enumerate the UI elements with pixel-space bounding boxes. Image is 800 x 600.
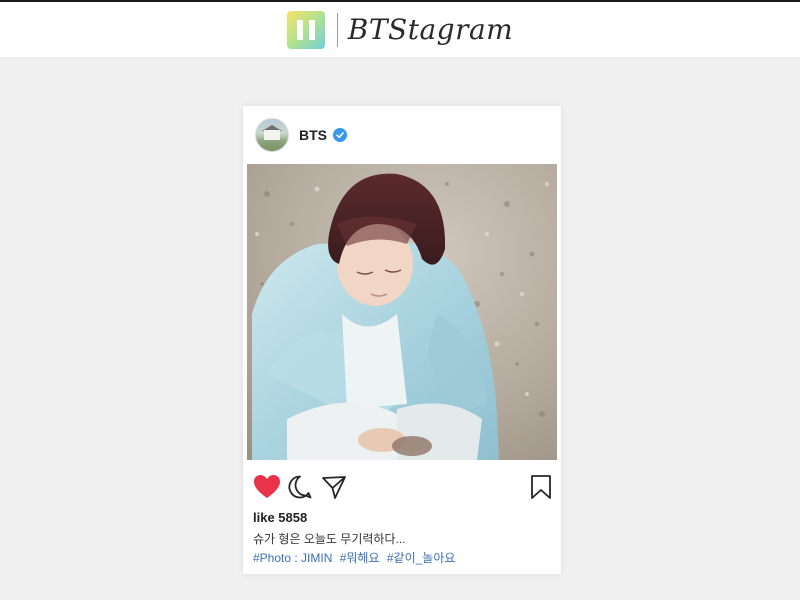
post-header: BTS xyxy=(243,106,561,164)
verified-check-icon xyxy=(333,128,347,142)
hashtag-photo-credit[interactable]: #Photo : JIMIN xyxy=(253,551,332,565)
likes-count[interactable]: like 5858 xyxy=(253,510,307,525)
post-card: BTS like 5858 슈가 형은 오늘도 무기력하다... #Photo … xyxy=(243,106,561,574)
brand-divider xyxy=(336,12,338,47)
post-photo[interactable] xyxy=(247,164,557,460)
post-actions xyxy=(243,468,561,508)
avatar-house xyxy=(264,130,280,140)
avatar[interactable] xyxy=(255,118,289,152)
heart-icon[interactable] xyxy=(253,474,281,505)
hashtag-what-doing[interactable]: #뭐해요 xyxy=(340,551,380,565)
brand-name[interactable]: BTStagram xyxy=(348,13,513,46)
comment-bubble-icon[interactable] xyxy=(287,474,313,505)
paper-plane-icon[interactable] xyxy=(321,474,347,505)
hashtag-play-together[interactable]: #같이_놀아요 xyxy=(387,551,456,565)
logo-left-bar xyxy=(296,19,303,40)
hashtag-list: #Photo : JIMIN #뭐해요 #같이_놀아요 xyxy=(253,549,459,566)
account-name[interactable]: BTS xyxy=(299,127,327,143)
app-header: BTStagram xyxy=(0,2,800,57)
bookmark-icon[interactable] xyxy=(529,474,553,505)
logo-right-bar xyxy=(308,19,315,40)
post-caption: 슈가 형은 오늘도 무기력하다... xyxy=(253,532,406,546)
app-page: BTStagram BTS like 5858 슈가 형은 오늘도 무기력하다.… xyxy=(0,0,800,600)
bts-logo-icon[interactable] xyxy=(286,10,325,49)
post-photo-image xyxy=(247,164,557,460)
